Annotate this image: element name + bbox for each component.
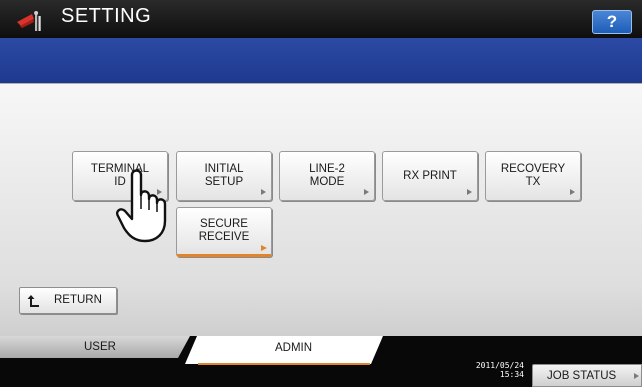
secure-receive-button[interactable]: SECURE RECEIVE — [176, 207, 272, 257]
return-arrow-icon — [27, 295, 39, 307]
line-2-mode-button[interactable]: LINE-2 MODE — [279, 151, 375, 201]
time-text: 15:34 — [499, 370, 524, 379]
initial-setup-label: INITIAL SETUP — [204, 163, 244, 188]
secure-receive-label: SECURE RECEIVE — [198, 218, 250, 243]
chevron-right-icon — [634, 373, 639, 379]
chevron-right-icon — [364, 189, 369, 195]
setting-tools-icon — [17, 11, 41, 31]
job-status-button[interactable]: JOB STATUS — [532, 364, 642, 387]
page-title: SETTING — [61, 5, 152, 27]
tab-admin-indicator — [198, 363, 370, 365]
title-bar: SETTING ? — [0, 0, 642, 38]
line-2-mode-label: LINE-2 MODE — [309, 163, 345, 188]
recovery-tx-button[interactable]: RECOVERY TX — [485, 151, 581, 201]
date-text: 2011/05/24 — [475, 361, 524, 370]
recovery-tx-label: RECOVERY TX — [500, 163, 566, 188]
message-bar — [0, 38, 642, 84]
rx-print-button[interactable]: RX PRINT — [382, 151, 478, 201]
chevron-right-icon — [261, 189, 266, 195]
rx-print-label: RX PRINT — [403, 169, 457, 182]
hand-pointer-icon — [116, 169, 167, 243]
return-label: RETURN — [54, 294, 102, 306]
tab-user-label: USER — [84, 341, 116, 353]
help-button[interactable]: ? — [592, 10, 632, 34]
tab-admin-label: ADMIN — [275, 342, 313, 354]
chevron-right-icon — [570, 189, 575, 195]
return-button[interactable]: RETURN — [19, 287, 117, 314]
datetime: 2011/05/24 15:34 — [462, 361, 524, 379]
initial-setup-button[interactable]: INITIAL SETUP — [176, 151, 272, 201]
chevron-right-icon — [467, 189, 472, 195]
job-status-label: JOB STATUS — [547, 370, 617, 382]
chevron-right-icon — [261, 245, 267, 251]
